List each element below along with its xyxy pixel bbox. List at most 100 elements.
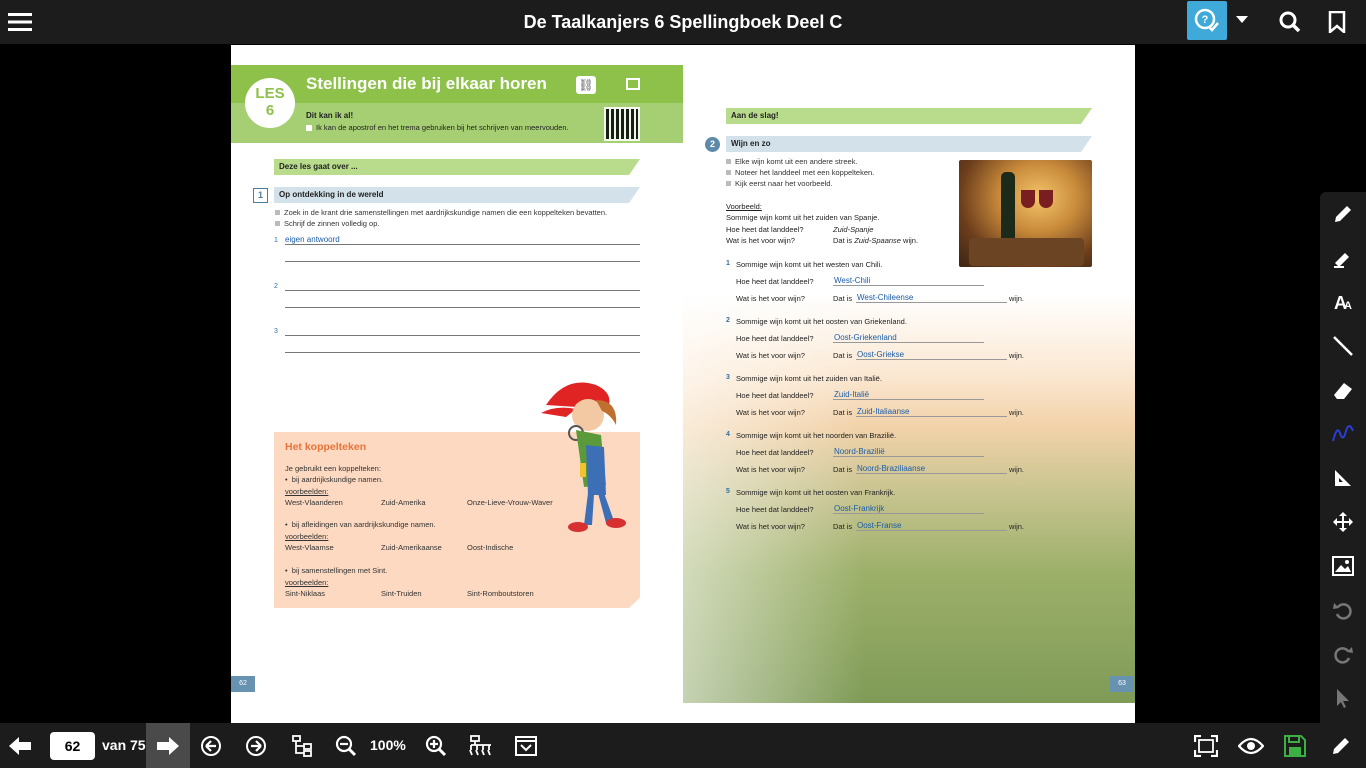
line-number: 3 (274, 328, 278, 335)
exercise-bullet: Elke wijn komt uit een andere streek. (726, 157, 858, 166)
page-count-label: van 75 (102, 737, 146, 753)
book-title: De Taalkanjers 6 Spellingboek Deel C (523, 12, 843, 32)
ruler-icon[interactable] (1329, 464, 1357, 492)
next-page-icon[interactable] (241, 731, 271, 761)
exercise-bullet: Noteer het landdeel met een koppelteken. (726, 168, 874, 177)
page-number-right: 63 (1110, 676, 1134, 692)
answer-line[interactable] (856, 302, 1007, 303)
link-icon[interactable]: ⛓ (576, 76, 596, 94)
question-label: Wat is het voor wijn? (736, 294, 805, 303)
dat-is-label: Dat is (833, 294, 853, 303)
svg-text:?: ? (1202, 14, 1209, 26)
exercise-bullet: Kijk eerst naar het voorbeeld. (726, 179, 833, 188)
answer-wijn[interactable]: West-Chileense (857, 293, 913, 302)
fullscreen-icon[interactable] (1191, 731, 1221, 761)
exercise-title: Wijn en zo (726, 136, 1092, 152)
answer-wijn[interactable]: Zuid-Italiaanse (857, 407, 909, 416)
redo-icon[interactable] (1329, 640, 1357, 668)
answer-line[interactable] (833, 285, 984, 286)
image-icon[interactable] (1329, 552, 1357, 580)
question-label: Wat is het voor wijn? (736, 351, 805, 360)
answer-wijn[interactable]: Noord-Braziliaanse (857, 464, 925, 473)
pen-icon[interactable] (1329, 200, 1357, 228)
eraser-icon[interactable] (1329, 376, 1357, 404)
answer-landdeel[interactable]: West-Chili (834, 276, 870, 285)
exercise-number: 2 (705, 137, 720, 152)
caret-down-icon[interactable] (1232, 10, 1252, 30)
write-line[interactable] (285, 261, 640, 262)
question-text: Sommige wijn komt uit het westen van Chi… (736, 260, 883, 269)
eye-icon[interactable] (1236, 731, 1266, 761)
answer-text[interactable]: eigen antwoord (285, 235, 340, 244)
highlighter-icon[interactable] (1329, 244, 1357, 272)
question-number: 2 (726, 317, 730, 324)
answer-line[interactable] (833, 513, 984, 514)
answer-wijn[interactable]: Oost-Griekse (857, 350, 904, 359)
save-icon[interactable] (1280, 731, 1310, 761)
write-line[interactable] (285, 335, 640, 336)
wijn-label: wijn. (1009, 351, 1025, 360)
answer-line[interactable] (856, 473, 1007, 474)
koppel-heading: Het koppelteken (285, 441, 367, 453)
kan-ik-al-item: Ik kan de apostrof en het trema gebruike… (306, 123, 569, 132)
dat-is-label: Dat is (833, 351, 853, 360)
answer-line[interactable] (833, 399, 984, 400)
dat-is-label: Dat is (833, 522, 853, 531)
exercise-bullet: Zoek in de krant drie samenstellingen me… (275, 208, 607, 217)
presentation-icon[interactable] (511, 731, 541, 761)
dat-is-label: Dat is (833, 465, 853, 474)
question-label: Hoe heet dat landdeel? (736, 334, 814, 343)
video-icon[interactable] (626, 78, 640, 90)
zoom-in-icon[interactable] (421, 731, 451, 761)
write-line[interactable] (285, 352, 640, 353)
write-line[interactable] (285, 290, 640, 291)
back-arrow-icon[interactable] (5, 731, 35, 761)
answer-line[interactable] (833, 456, 984, 457)
text-icon[interactable]: AA (1329, 288, 1357, 316)
question-label: Hoe heet dat landdeel? (736, 505, 814, 514)
move-icon[interactable] (1329, 508, 1357, 536)
question-label: Wat is het voor wijn? (736, 408, 805, 417)
freehand-icon[interactable] (1329, 420, 1357, 448)
answer-line[interactable] (856, 359, 1007, 360)
answer-landdeel[interactable]: Noord-Brazilië (834, 447, 885, 456)
answer-landdeel[interactable]: Oost-Griekenland (834, 333, 897, 342)
qr-code-icon[interactable] (604, 107, 640, 141)
undo-icon[interactable] (1329, 596, 1357, 624)
wine-photo (959, 160, 1092, 267)
help-check-icon[interactable]: ? (1187, 1, 1227, 40)
top-bar: De Taalkanjers 6 Spellingboek Deel C ? (0, 0, 1366, 44)
girl-illustration (541, 382, 626, 532)
edit-icon[interactable] (1326, 731, 1356, 761)
question-label: Wat is het voor wijn? (736, 522, 805, 531)
question-label: Wat is het voor wijn? (736, 465, 805, 474)
question-label: Hoe heet dat landdeel? (736, 448, 814, 457)
book-spread: LES 6 Stellingen die bij elkaar horen ⛓ … (231, 45, 1135, 723)
previous-page-icon[interactable] (196, 731, 226, 761)
zoom-out-icon[interactable] (331, 731, 361, 761)
question-number: 4 (726, 431, 730, 438)
write-line[interactable] (285, 244, 640, 245)
line-icon[interactable] (1329, 332, 1357, 360)
exercise-number: 1 (253, 188, 268, 203)
voorbeeld-line: Sommige wijn komt uit het zuiden van Spa… (726, 213, 880, 222)
dat-is-label: Dat is (833, 408, 853, 417)
answer-line[interactable] (856, 530, 1007, 531)
question-number: 5 (726, 488, 730, 495)
answer-wijn[interactable]: Oost-Franse (857, 521, 901, 530)
page-number-input[interactable] (50, 732, 95, 760)
answer-landdeel[interactable]: Oost-Frankrijk (834, 504, 884, 513)
bookmark-icon[interactable] (1324, 8, 1350, 36)
search-icon[interactable] (1276, 8, 1304, 36)
exercise-title: Op ontdekking in de wereld (274, 187, 640, 203)
wijn-label: wijn. (1009, 408, 1025, 417)
line-number: 1 (274, 237, 278, 244)
answer-line[interactable] (856, 416, 1007, 417)
go-arrow-icon[interactable] (146, 723, 190, 768)
answer-landdeel[interactable]: Zuid-Italië (834, 390, 869, 399)
network-icon[interactable] (466, 731, 496, 761)
tree-view-icon[interactable] (287, 731, 317, 761)
pointer-icon[interactable] (1329, 684, 1357, 712)
answer-line[interactable] (833, 342, 984, 343)
write-line[interactable] (285, 307, 640, 308)
